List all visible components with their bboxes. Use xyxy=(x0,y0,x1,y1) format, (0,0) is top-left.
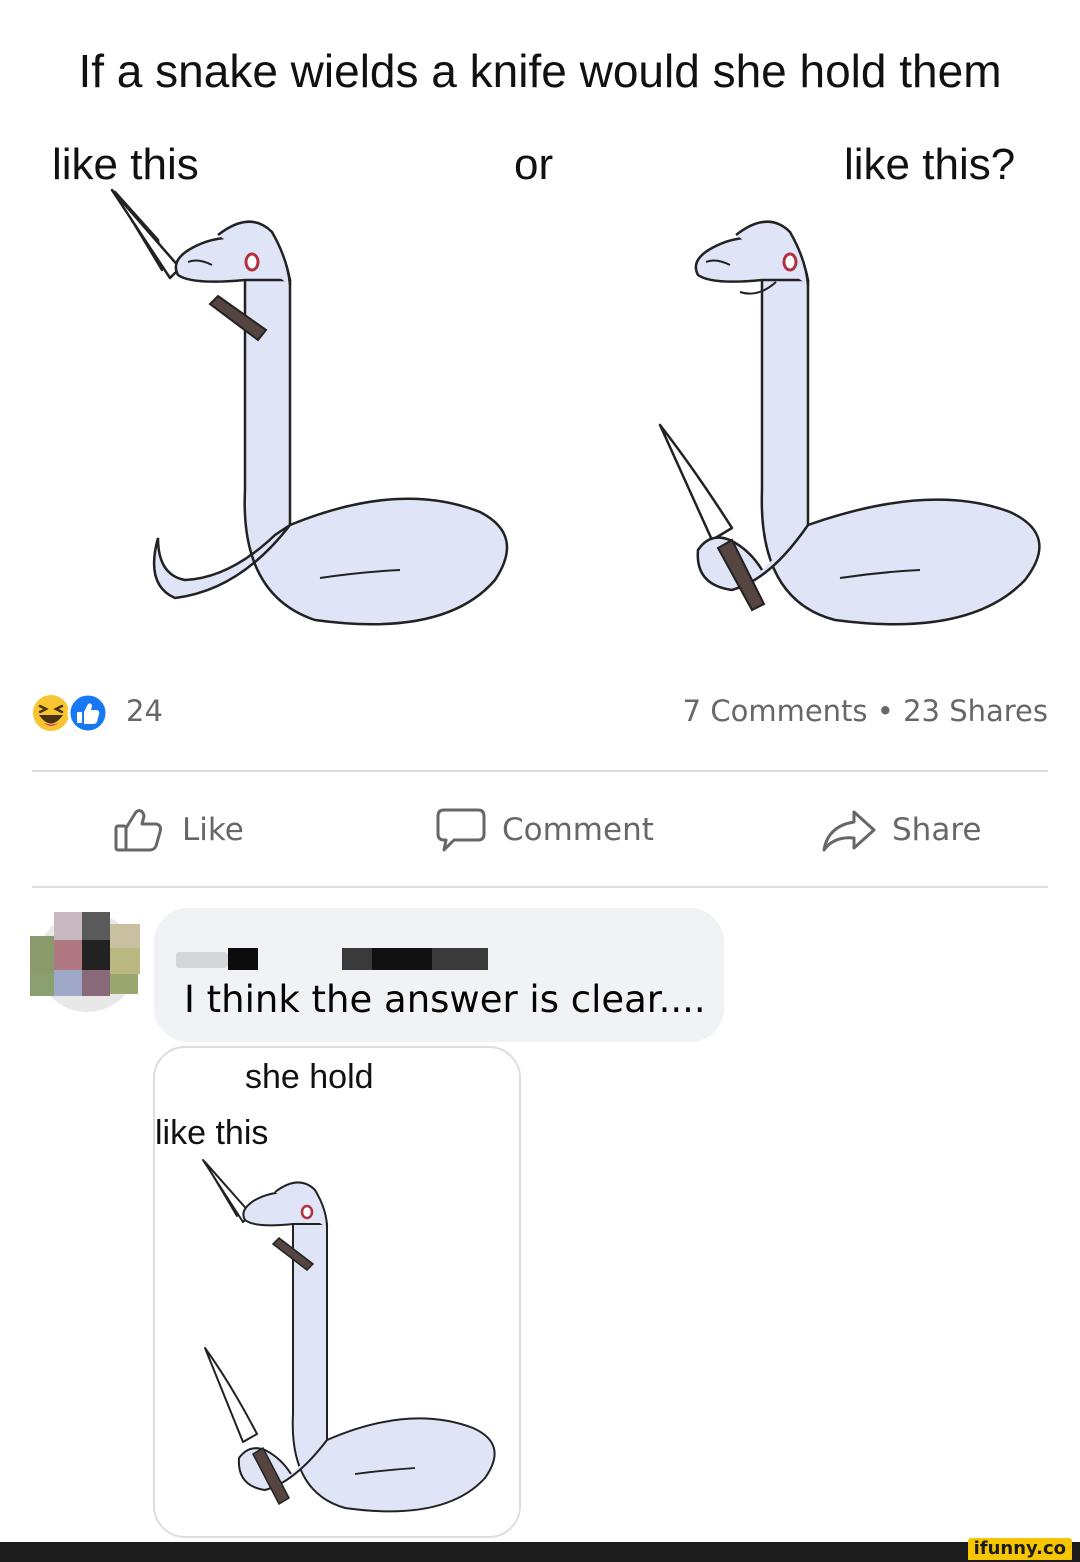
comment-bubble[interactable] xyxy=(154,908,724,1042)
comment-text: I think the answer is clear.... xyxy=(184,978,706,1021)
attachment-caption-line1: she hold xyxy=(245,1058,374,1096)
share-label: Share xyxy=(892,812,982,848)
footer-bar xyxy=(0,1542,1080,1562)
like-thumb-outline-icon xyxy=(114,809,162,852)
reaction-count[interactable]: 24 xyxy=(126,694,163,728)
snake-two-knives-illustration xyxy=(202,1159,496,1513)
comment-bubble-icon xyxy=(436,808,486,852)
laughing-emoji-icon xyxy=(31,693,71,733)
meme-image[interactable]: If a snake wields a knife would she hold… xyxy=(0,0,1080,660)
ifunny-watermark: ifunny.co xyxy=(967,1538,1072,1560)
comment-button[interactable]: Comment xyxy=(432,790,654,870)
redacted-commenter-name[interactable] xyxy=(176,944,488,974)
avatar[interactable] xyxy=(28,910,146,1014)
comment-label: Comment xyxy=(502,812,654,848)
comments-shares-count[interactable]: 7 Comments • 23 Shares xyxy=(683,694,1048,728)
comment-attachment-image[interactable]: she hold like this xyxy=(153,1046,521,1538)
snake-knife-in-mouth-illustration xyxy=(110,188,509,626)
divider-bottom xyxy=(32,886,1048,888)
like-label: Like xyxy=(182,812,244,848)
attachment-caption-line2: like this xyxy=(155,1114,269,1152)
share-arrow-icon xyxy=(822,810,876,852)
like-thumb-icon xyxy=(67,692,109,734)
share-button[interactable]: Share xyxy=(820,790,981,870)
divider-top xyxy=(32,770,1048,772)
post-actions-bar: Like Comment Share xyxy=(0,790,1080,870)
meme-title: If a snake wields a knife would she hold… xyxy=(78,45,1002,97)
post-stats-row: 24 7 Comments • 23 Shares xyxy=(0,688,1080,738)
reactions-summary[interactable] xyxy=(30,692,114,734)
pixelated-avatar-image xyxy=(30,912,140,1012)
snake-knife-in-tail-illustration xyxy=(658,220,1041,626)
like-button[interactable]: Like xyxy=(112,790,244,870)
